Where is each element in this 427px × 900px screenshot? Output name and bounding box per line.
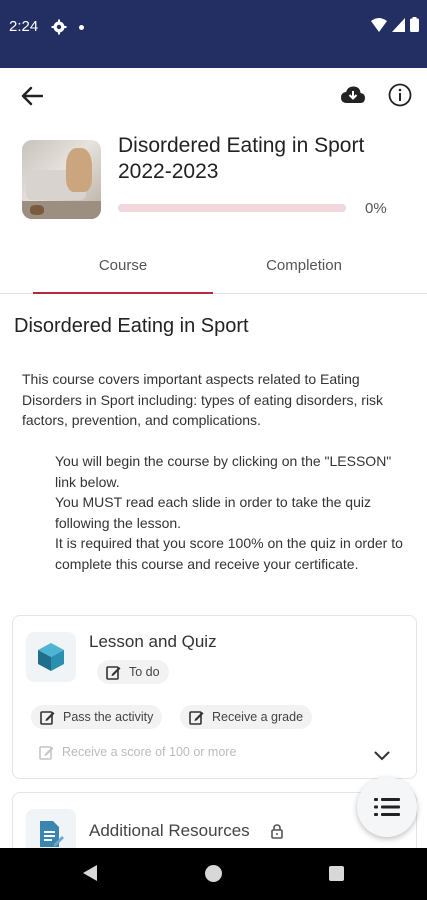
settings-gear-icon — [51, 19, 67, 35]
lock-icon — [271, 824, 283, 839]
tab-bar: Course Completion — [0, 244, 427, 294]
tab-course[interactable]: Course — [33, 244, 213, 294]
package-cube-icon — [38, 643, 64, 671]
chevron-down-icon — [374, 751, 390, 761]
edit-note-icon — [106, 665, 121, 680]
condition-pass-activity: Pass the activity — [31, 705, 163, 729]
section-instructions: You will begin the course by clicking on… — [55, 451, 405, 574]
arrow-back-icon — [21, 86, 43, 106]
course-thumbnail — [22, 140, 101, 219]
condition-label: Receive a grade — [212, 710, 304, 724]
nav-home-icon[interactable] — [205, 865, 222, 882]
wifi-icon — [371, 17, 387, 32]
status-time: 2:24 — [9, 18, 39, 35]
cell-signal-icon — [392, 17, 405, 32]
back-button[interactable] — [16, 80, 48, 112]
tab-course-label: Course — [98, 257, 148, 274]
course-title: Disordered Eating in Sport 2022-2023 — [118, 134, 365, 183]
progress-percent: 0% — [365, 200, 387, 217]
expand-button[interactable] — [371, 745, 393, 767]
section-title: Disordered Eating in Sport — [14, 315, 249, 337]
status-badge-label: To do — [129, 665, 160, 679]
condition-label: Receive a score of 100 or more — [62, 745, 237, 759]
instruction-line: It is required that you score 100% on th… — [55, 535, 403, 572]
activity-title: Lesson and Quiz — [89, 632, 217, 651]
edit-note-icon — [39, 745, 54, 760]
nav-recents-icon[interactable] — [329, 866, 344, 881]
nav-back-icon[interactable] — [82, 864, 98, 882]
edit-note-icon — [189, 710, 204, 725]
condition-score: Receive a score of 100 or more — [31, 740, 245, 764]
instruction-line: You will begin the course by clicking on… — [55, 453, 392, 490]
cloud-download-icon — [341, 86, 365, 103]
tab-completion[interactable]: Completion — [214, 244, 394, 294]
status-badge: To do — [97, 660, 169, 684]
info-button[interactable] — [385, 80, 415, 110]
system-nav-bar — [0, 848, 427, 900]
list-icon — [374, 798, 400, 816]
status-icons — [371, 17, 419, 32]
tab-completion-label: Completion — [266, 257, 342, 274]
app-bar — [0, 68, 427, 124]
resource-title: Additional Resources — [89, 821, 250, 840]
course-progress-bar — [118, 204, 346, 212]
condition-label: Pass the activity — [63, 710, 154, 724]
activity-icon-box — [26, 632, 76, 682]
status-bar: 2:24 — [0, 0, 427, 68]
document-icon — [40, 821, 64, 847]
download-button[interactable] — [338, 80, 368, 110]
edit-note-icon — [40, 710, 55, 725]
condition-receive-grade: Receive a grade — [180, 705, 313, 729]
notification-dot-icon — [79, 25, 84, 30]
section-description: This course covers important aspects rel… — [22, 371, 384, 428]
course-index-button[interactable] — [357, 777, 417, 837]
activity-card-lesson[interactable]: Lesson and Quiz To do Pass the activity … — [12, 615, 417, 779]
course-header: Disordered Eating in Sport 2022-2023 0% — [0, 124, 427, 244]
instruction-line: You MUST read each slide in order to tak… — [55, 494, 371, 531]
info-icon — [388, 83, 412, 107]
battery-icon — [410, 17, 419, 32]
